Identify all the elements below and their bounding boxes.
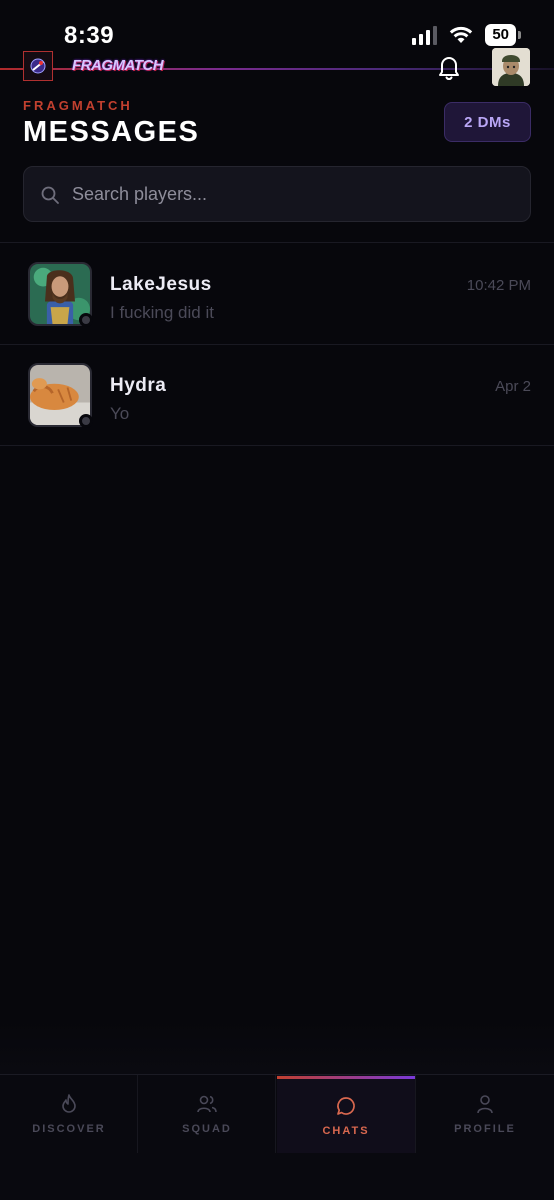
search-bar[interactable] <box>23 166 531 222</box>
notification-bell-icon[interactable] <box>434 52 464 82</box>
presence-indicator <box>79 313 93 327</box>
chat-preview: Yo <box>110 404 130 423</box>
nav-label: DISCOVER <box>32 1123 106 1135</box>
dm-count-badge[interactable]: 2 DMs <box>444 102 531 142</box>
wifi-icon <box>450 26 473 43</box>
status-bar: 8:39 50 <box>0 0 554 60</box>
nav-squad[interactable]: SQUAD <box>138 1075 276 1153</box>
nav-label: CHATS <box>322 1125 370 1137</box>
nav-chats[interactable]: CHATS <box>277 1075 415 1153</box>
signal-icon <box>412 25 438 45</box>
battery-indicator: 50 <box>485 24 521 46</box>
divider <box>0 445 554 446</box>
chat-row-hydra[interactable]: Hydra Yo Apr 2 <box>0 345 554 445</box>
app-logo-icon[interactable] <box>23 51 53 81</box>
person-icon <box>477 1095 493 1114</box>
flame-icon <box>62 1094 76 1113</box>
chat-preview: I fucking did it <box>110 303 214 322</box>
search-input[interactable] <box>72 167 512 221</box>
user-avatar[interactable] <box>492 48 530 86</box>
app-wordmark: FRAGMATCH <box>72 57 164 74</box>
status-time: 8:39 <box>64 22 115 49</box>
chat-name: LakeJesus <box>110 274 212 295</box>
chat-time: 10:42 PM <box>466 277 531 294</box>
nav-discover[interactable]: DISCOVER <box>0 1075 138 1153</box>
chat-row-lakejesus[interactable]: LakeJesus I fucking did it 10:42 PM <box>0 244 554 344</box>
nav-separator <box>275 1075 276 1153</box>
search-icon <box>41 186 59 204</box>
presence-indicator <box>79 414 93 428</box>
chat-bubble-icon <box>337 1097 355 1115</box>
page-eyebrow: FRAGMATCH <box>23 98 133 113</box>
nav-profile[interactable]: PROFILE <box>416 1075 554 1153</box>
chat-time: Apr 2 <box>495 378 531 395</box>
chat-name: Hydra <box>110 375 167 396</box>
page-title: MESSAGES <box>23 116 200 148</box>
bottom-nav: DISCOVER SQUAD CHATS PROFILE <box>0 1074 554 1200</box>
nav-label: PROFILE <box>454 1123 516 1135</box>
divider <box>0 242 554 243</box>
users-icon <box>197 1095 217 1113</box>
nav-label: SQUAD <box>182 1123 232 1135</box>
status-icons: 50 <box>412 24 521 46</box>
bottom-fade <box>0 1020 554 1074</box>
